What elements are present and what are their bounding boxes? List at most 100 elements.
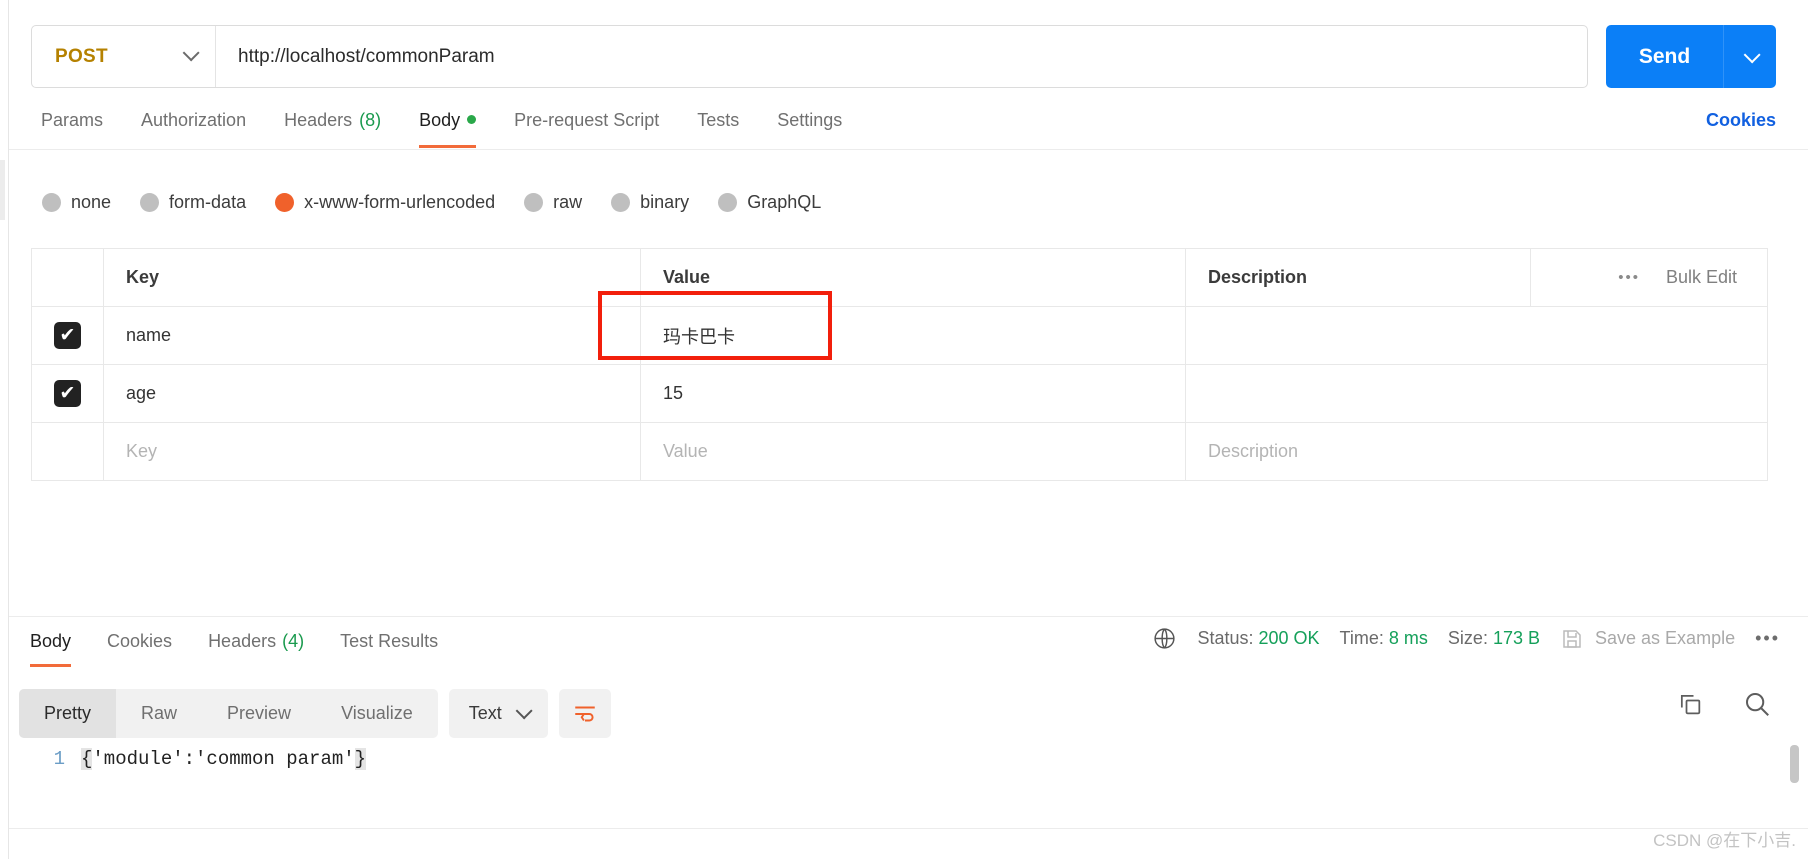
viewer-mode-pretty[interactable]: Pretty — [19, 689, 117, 738]
header-key: Key — [104, 249, 641, 306]
tab-pre-request-script[interactable]: Pre-request Script — [495, 105, 678, 148]
row-checkbox-cell: ✔ — [32, 365, 104, 422]
send-button-group: Send — [1606, 25, 1776, 88]
response-tab-cookies[interactable]: Cookies — [89, 627, 190, 667]
tab-settings[interactable]: Settings — [758, 105, 861, 148]
response-tab-headers-label: Headers — [208, 631, 277, 651]
row-checkbox-cell: ✔ — [32, 307, 104, 364]
left-gutter-tick — [0, 160, 5, 220]
response-tab-cookies-label: Cookies — [107, 631, 173, 651]
time-value: 8 ms — [1388, 628, 1428, 648]
response-tab-headers-count: (4) — [282, 631, 305, 651]
copy-button[interactable] — [1676, 690, 1704, 718]
body-type-raw[interactable]: raw — [524, 192, 582, 213]
body-type-graphql-label: GraphQL — [747, 192, 822, 212]
open-brace: { — [81, 748, 93, 770]
body-type-graphql[interactable]: GraphQL — [718, 192, 821, 213]
http-method-label: POST — [55, 45, 108, 67]
size-value: 173 B — [1492, 628, 1541, 648]
body-type-form-data[interactable]: form-data — [140, 192, 246, 213]
tabs-divider — [9, 149, 1808, 150]
code-text: {'module':'common param'} — [81, 748, 367, 770]
cookies-link[interactable]: Cookies — [1706, 110, 1776, 131]
response-tab-headers[interactable]: Headers (4) — [190, 627, 322, 667]
viewer-mode-raw[interactable]: Raw — [116, 689, 202, 738]
empty-row-key-input[interactable]: Key — [104, 423, 641, 480]
tab-headers[interactable]: Headers (8) — [265, 105, 400, 148]
row-value[interactable]: 15 — [641, 365, 1186, 422]
radio-icon — [718, 193, 738, 212]
code-line: 1 {'module':'common param'} — [19, 748, 1779, 770]
response-tab-test-results-label: Test Results — [340, 631, 439, 651]
row-key[interactable]: name — [104, 307, 641, 364]
tab-body-label: Body — [419, 110, 461, 130]
send-options-caret[interactable] — [1724, 25, 1776, 88]
response-body-code[interactable]: 1 {'module':'common param'} — [19, 748, 1779, 820]
http-method-selector[interactable]: POST — [32, 26, 216, 87]
search-icon — [1746, 693, 1769, 716]
status-label: Status: 200 OK — [1197, 628, 1319, 649]
url-input[interactable]: http://localhost/commonParam — [216, 26, 1587, 87]
response-divider — [9, 616, 1808, 617]
body-type-form-data-label: form-data — [169, 192, 247, 212]
body-type-binary-label: binary — [640, 192, 690, 212]
row-checkbox-checked[interactable]: ✔ — [54, 322, 81, 349]
code-content: 'module':'common param' — [92, 748, 355, 770]
response-viewer-tools — [1676, 689, 1772, 719]
copy-icon — [1680, 694, 1701, 715]
search-button[interactable] — [1742, 689, 1772, 719]
save-as-example-button[interactable]: Save as Example — [1560, 627, 1735, 651]
table-row: ✔ name 玛卡巴卡 — [32, 307, 1767, 365]
line-number: 1 — [53, 748, 65, 770]
globe-icon — [1152, 626, 1177, 651]
empty-row-description-input[interactable]: Description — [1186, 423, 1767, 480]
bulk-edit-button[interactable]: Bulk Edit — [1666, 267, 1737, 288]
close-brace: } — [354, 748, 367, 770]
response-more-options-icon[interactable]: ••• — [1755, 628, 1780, 649]
viewer-mode-visualize[interactable]: Visualize — [316, 689, 438, 738]
body-modified-dot-icon — [467, 115, 477, 124]
bulk-edit-group: ••• Bulk Edit — [1531, 249, 1767, 306]
body-type-urlencoded[interactable]: x-www-form-urlencoded — [275, 192, 495, 213]
viewer-mode-group: Pretty Raw Preview Visualize — [19, 689, 438, 738]
time-label-text: Time: — [1339, 628, 1384, 648]
body-type-none[interactable]: none — [42, 192, 111, 213]
row-key[interactable]: age — [104, 365, 641, 422]
tab-headers-count: (8) — [359, 110, 382, 130]
save-as-example-label: Save as Example — [1595, 628, 1736, 648]
row-description[interactable] — [1186, 307, 1767, 364]
code-scrollbar[interactable] — [1790, 745, 1799, 783]
response-tab-body-label: Body — [30, 631, 72, 651]
response-format-selector[interactable]: Text — [448, 689, 548, 738]
header-description: Description — [1186, 249, 1531, 306]
response-tab-body[interactable]: Body — [12, 627, 89, 667]
tab-tests[interactable]: Tests — [678, 105, 758, 148]
header-value: Value — [641, 249, 1186, 306]
tab-params[interactable]: Params — [22, 105, 122, 148]
empty-row-value-input[interactable]: Value — [641, 423, 1186, 480]
table-empty-row: Key Value Description — [32, 423, 1767, 481]
send-button[interactable]: Send — [1606, 25, 1724, 88]
watermark: CSDN @在下小吉. — [1653, 831, 1796, 850]
tab-body[interactable]: Body — [400, 105, 495, 148]
row-checkbox-checked[interactable]: ✔ — [54, 380, 81, 407]
tab-tests-label: Tests — [697, 110, 740, 130]
tab-authorization[interactable]: Authorization — [122, 105, 265, 148]
size-label-text: Size: — [1447, 628, 1488, 648]
header-checkbox-cell — [32, 249, 104, 306]
response-tab-test-results[interactable]: Test Results — [322, 627, 456, 667]
table-header-row: Key Value Description ••• Bulk Edit — [32, 249, 1767, 307]
tab-pre-request-script-label: Pre-request Script — [514, 110, 660, 130]
wrap-lines-button[interactable] — [558, 689, 611, 738]
ellipsis-icon[interactable]: ••• — [1618, 269, 1640, 286]
status-value: 200 OK — [1258, 628, 1320, 648]
row-value[interactable]: 玛卡巴卡 — [641, 307, 1186, 364]
body-type-urlencoded-label: x-www-form-urlencoded — [304, 192, 496, 212]
status-label-text: Status: — [1197, 628, 1254, 648]
viewer-mode-preview[interactable]: Preview — [202, 689, 316, 738]
body-type-radio-group: none form-data x-www-form-urlencoded raw… — [42, 192, 850, 213]
params-table: Key Value Description ••• Bulk Edit ✔ na… — [31, 248, 1768, 481]
body-type-binary[interactable]: binary — [611, 192, 689, 213]
row-description[interactable] — [1186, 365, 1767, 422]
size-label: Size: 173 B — [1448, 628, 1540, 649]
